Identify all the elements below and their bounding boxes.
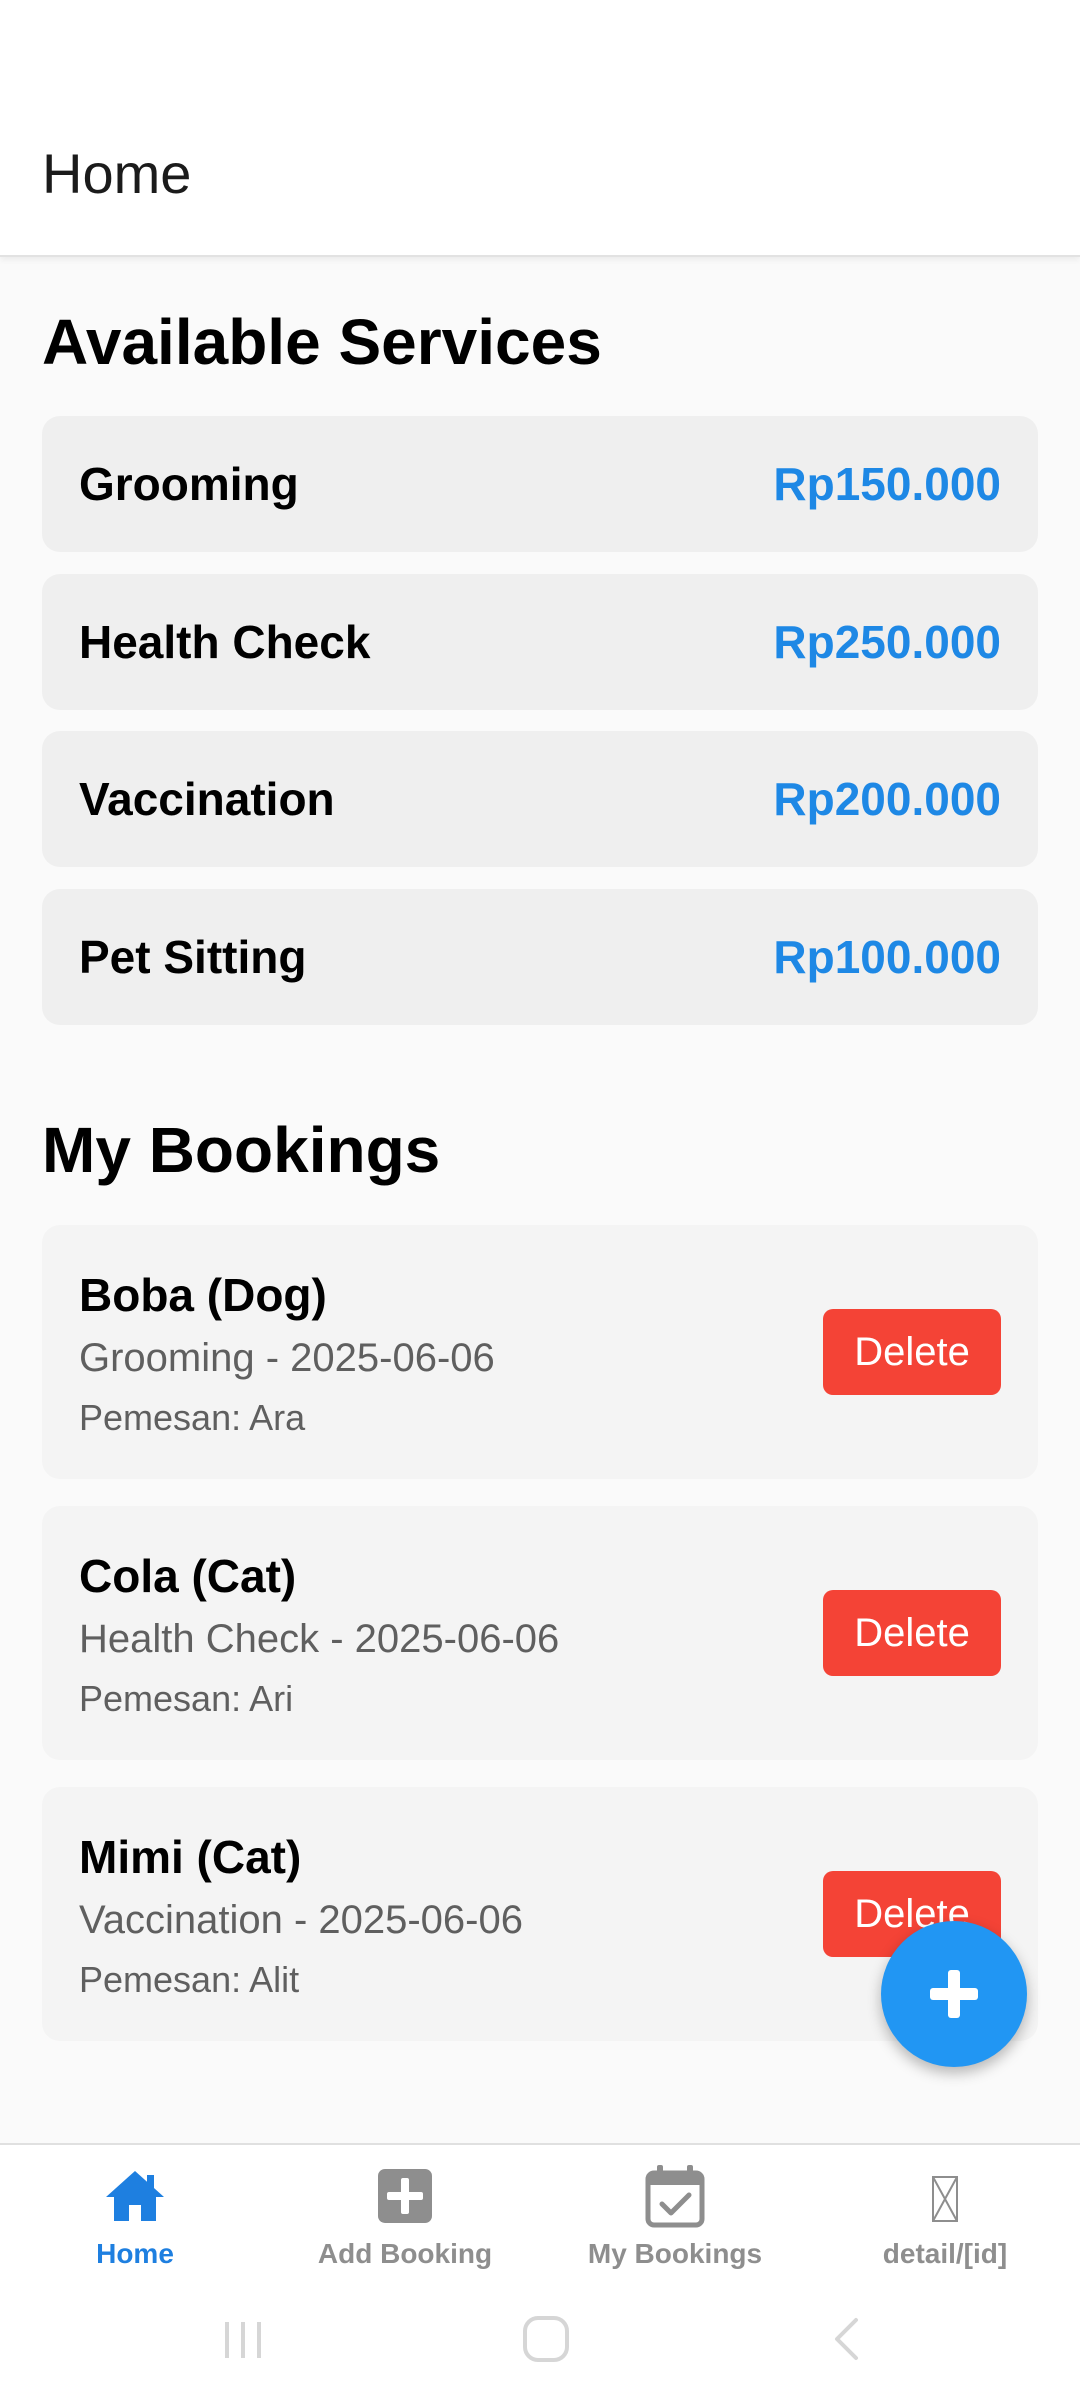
booking-service-date: Health Check - 2025-06-06 [79,1617,560,1661]
tab-detail[interactable]: detail/[id] [810,2145,1080,2292]
service-card-grooming[interactable]: Grooming Rp150.000 [42,416,1038,552]
booking-pet-name: Cola (Cat) [79,1550,297,1602]
booking-pet-name: Mimi (Cat) [79,1831,302,1883]
booking-pet-name: Boba (Dog) [79,1269,327,1321]
tab-detail-label: detail/[id] [882,2238,1008,2269]
services-section-title: Available Services [42,306,602,378]
service-name: Pet Sitting [79,931,307,983]
booking-card[interactable]: Boba (Dog) Grooming - 2025-06-06 Pemesan… [42,1225,1038,1479]
system-navigation-bar [0,2290,1080,2400]
tab-home-label: Home [96,2238,174,2269]
service-price: Rp200.000 [773,773,1001,825]
delete-button[interactable]: Delete [823,1309,1001,1395]
service-card-vaccination[interactable]: Vaccination Rp200.000 [42,731,1038,867]
service-card-pet-sitting[interactable]: Pet Sitting Rp100.000 [42,889,1038,1025]
tab-my-bookings-label: My Bookings [587,2238,763,2269]
booking-card[interactable]: Cola (Cat) Health Check - 2025-06-06 Pem… [42,1506,1038,1760]
back-icon[interactable] [824,2314,870,2364]
delete-button[interactable]: Delete [823,1590,1001,1676]
service-card-health-check[interactable]: Health Check Rp250.000 [42,574,1038,710]
calendar-check-icon [645,2165,705,2228]
booking-customer: Pemesan: Ara [79,1397,306,1438]
service-name: Vaccination [79,773,335,825]
service-name: Grooming [79,458,299,510]
plus-icon [930,1970,978,2018]
page-title: Home [42,142,192,205]
booking-service-date: Grooming - 2025-06-06 [79,1336,495,1380]
service-price: Rp150.000 [773,458,1001,510]
app-header: Home [0,0,1080,257]
tab-add-booking-label: Add Booking [317,2238,493,2269]
tab-my-bookings[interactable]: My Bookings [540,2145,810,2292]
booking-service-date: Vaccination - 2025-06-06 [79,1898,523,1942]
service-name: Health Check [79,616,371,668]
tab-add-booking[interactable]: Add Booking [270,2145,540,2292]
service-price: Rp250.000 [773,616,1001,668]
booking-customer: Pemesan: Ari [79,1678,294,1719]
recent-apps-icon[interactable] [218,2314,268,2364]
home-button-icon[interactable] [519,2312,573,2366]
booking-customer: Pemesan: Alit [79,1959,300,2000]
missing-glyph-icon [932,2176,958,2222]
tab-home[interactable]: Home [0,2145,270,2292]
plus-square-icon [378,2169,432,2223]
bookings-section-title: My Bookings [42,1114,441,1186]
home-icon [106,2171,164,2221]
add-booking-fab[interactable] [881,1921,1027,2067]
service-price: Rp100.000 [773,931,1001,983]
bottom-navigation: Home Add Booking My Bookings detail/[id] [0,2143,1080,2292]
